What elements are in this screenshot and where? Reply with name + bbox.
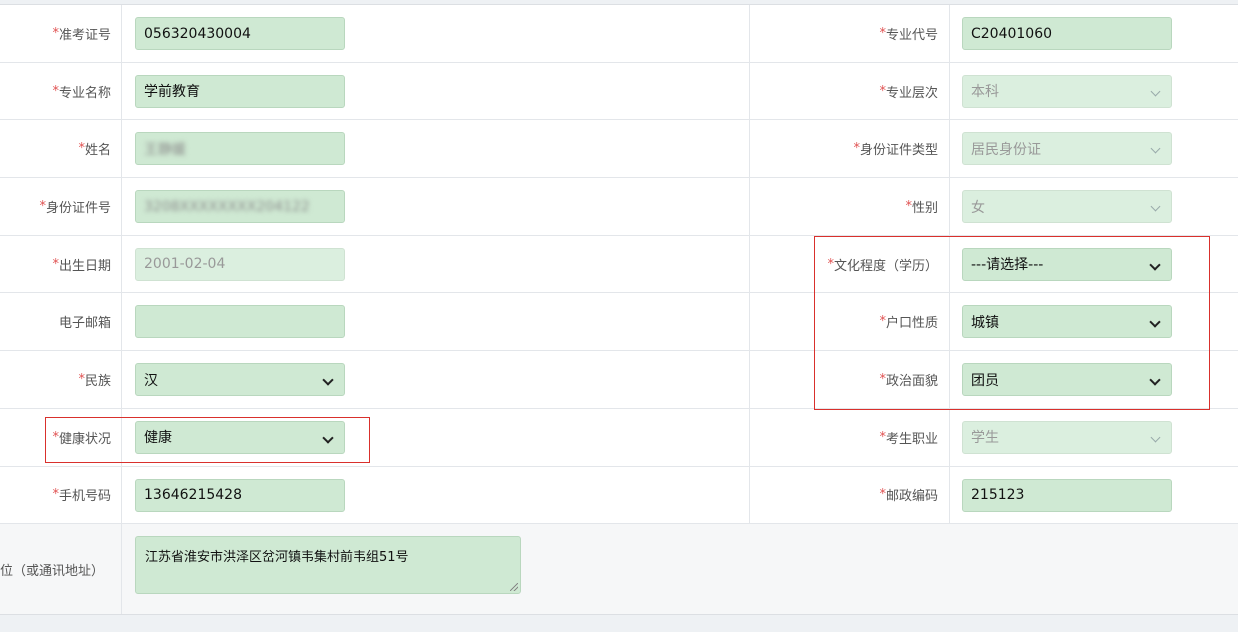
occupation-label: * 考生职业 xyxy=(879,429,938,447)
address-value: 江苏省淮安市洪泽区岔河镇韦集村前韦组51号 xyxy=(145,550,409,566)
name-label: * 姓名 xyxy=(78,141,111,159)
form-row: * 出生日期 2001-02-04 * 文化程度（学历） ---请选择--- xyxy=(0,235,1238,294)
id-number-input[interactable]: 3208XXXXXXXX204122 xyxy=(135,190,345,224)
form-row: * 姓名 王静媛 * 身份证件类型 居民身份证 xyxy=(0,120,1238,179)
form-row: * 民族 汉 * 政治面貌 团员 xyxy=(0,351,1238,409)
phone-input[interactable]: 13646215428 xyxy=(135,478,345,512)
resize-grip-icon[interactable] xyxy=(510,583,518,592)
major-name-label: * 专业名称 xyxy=(52,83,111,101)
form-row: * 健康状况 健康 * 考生职业 学生 xyxy=(0,408,1238,467)
gender-label: * 性别 xyxy=(905,198,938,216)
major-code-label: * 专业代号 xyxy=(879,25,938,43)
address-textarea[interactable]: 江苏省淮安市洪泽区岔河镇韦集村前韦组51号 xyxy=(135,536,521,595)
major-code-input[interactable]: C20401060 xyxy=(962,17,1172,50)
address-row: 单位（或通讯地址） 江苏省淮安市洪泽区岔河镇韦集村前韦组51号 xyxy=(0,524,1238,616)
ethnicity-select[interactable]: 汉 xyxy=(135,363,345,397)
name-input[interactable]: 王静媛 xyxy=(135,132,345,166)
form-row: 电子邮箱 * 户口性质 城镇 xyxy=(0,293,1238,352)
household-type-select[interactable]: 城镇 xyxy=(962,305,1172,339)
id-type-label: * 身份证件类型 xyxy=(853,141,938,159)
health-select[interactable]: 健康 xyxy=(135,420,345,454)
registration-form: * 准考证号 056320430004 * 专业代号 C20401060 * 专业名称… xyxy=(0,5,1238,616)
education-label: * 文化程度（学历） xyxy=(827,256,938,274)
birth-date-input: 2001-02-04 xyxy=(135,247,345,281)
major-level-select: 本科 xyxy=(962,74,1172,108)
email-input[interactable] xyxy=(135,305,345,339)
political-status-select[interactable]: 团员 xyxy=(962,363,1172,397)
education-select[interactable]: ---请选择--- xyxy=(962,247,1172,281)
exam-id-label: * 准考证号 xyxy=(52,25,111,43)
name-value-redacted: 王静媛 xyxy=(144,141,186,158)
postal-code-input[interactable]: 215123 xyxy=(962,478,1172,512)
postal-code-label: * 邮政编码 xyxy=(879,487,938,505)
address-label: 单位（或通讯地址） xyxy=(0,563,104,579)
major-level-label: * 专业层次 xyxy=(879,83,938,101)
form-row: * 准考证号 056320430004 * 专业代号 C20401060 xyxy=(0,5,1238,63)
exam-id-input[interactable]: 056320430004 xyxy=(135,17,345,50)
ethnicity-label: * 民族 xyxy=(78,371,111,389)
household-type-label: * 户口性质 xyxy=(879,314,938,332)
phone-label: * 手机号码 xyxy=(52,487,111,505)
id-type-select: 居民身份证 xyxy=(962,132,1172,166)
id-number-value-redacted: 3208XXXXXXXX204122 xyxy=(144,198,310,215)
gender-select: 女 xyxy=(962,190,1172,224)
email-label: 电子邮箱 xyxy=(58,316,111,332)
form-row: * 专业名称 学前教育 * 专业层次 本科 xyxy=(0,62,1238,121)
major-name-input[interactable]: 学前教育 xyxy=(135,74,345,108)
birth-date-label: * 出生日期 xyxy=(52,256,111,274)
form-row: * 身份证件号 3208XXXXXXXX204122 * 性别 女 xyxy=(0,178,1238,236)
political-status-label: * 政治面貌 xyxy=(879,371,938,389)
health-label: * 健康状况 xyxy=(52,429,111,447)
occupation-select: 学生 xyxy=(962,420,1172,454)
id-number-label: * 身份证件号 xyxy=(39,198,111,216)
form-row: * 手机号码 13646215428 * 邮政编码 215123 xyxy=(0,466,1238,525)
